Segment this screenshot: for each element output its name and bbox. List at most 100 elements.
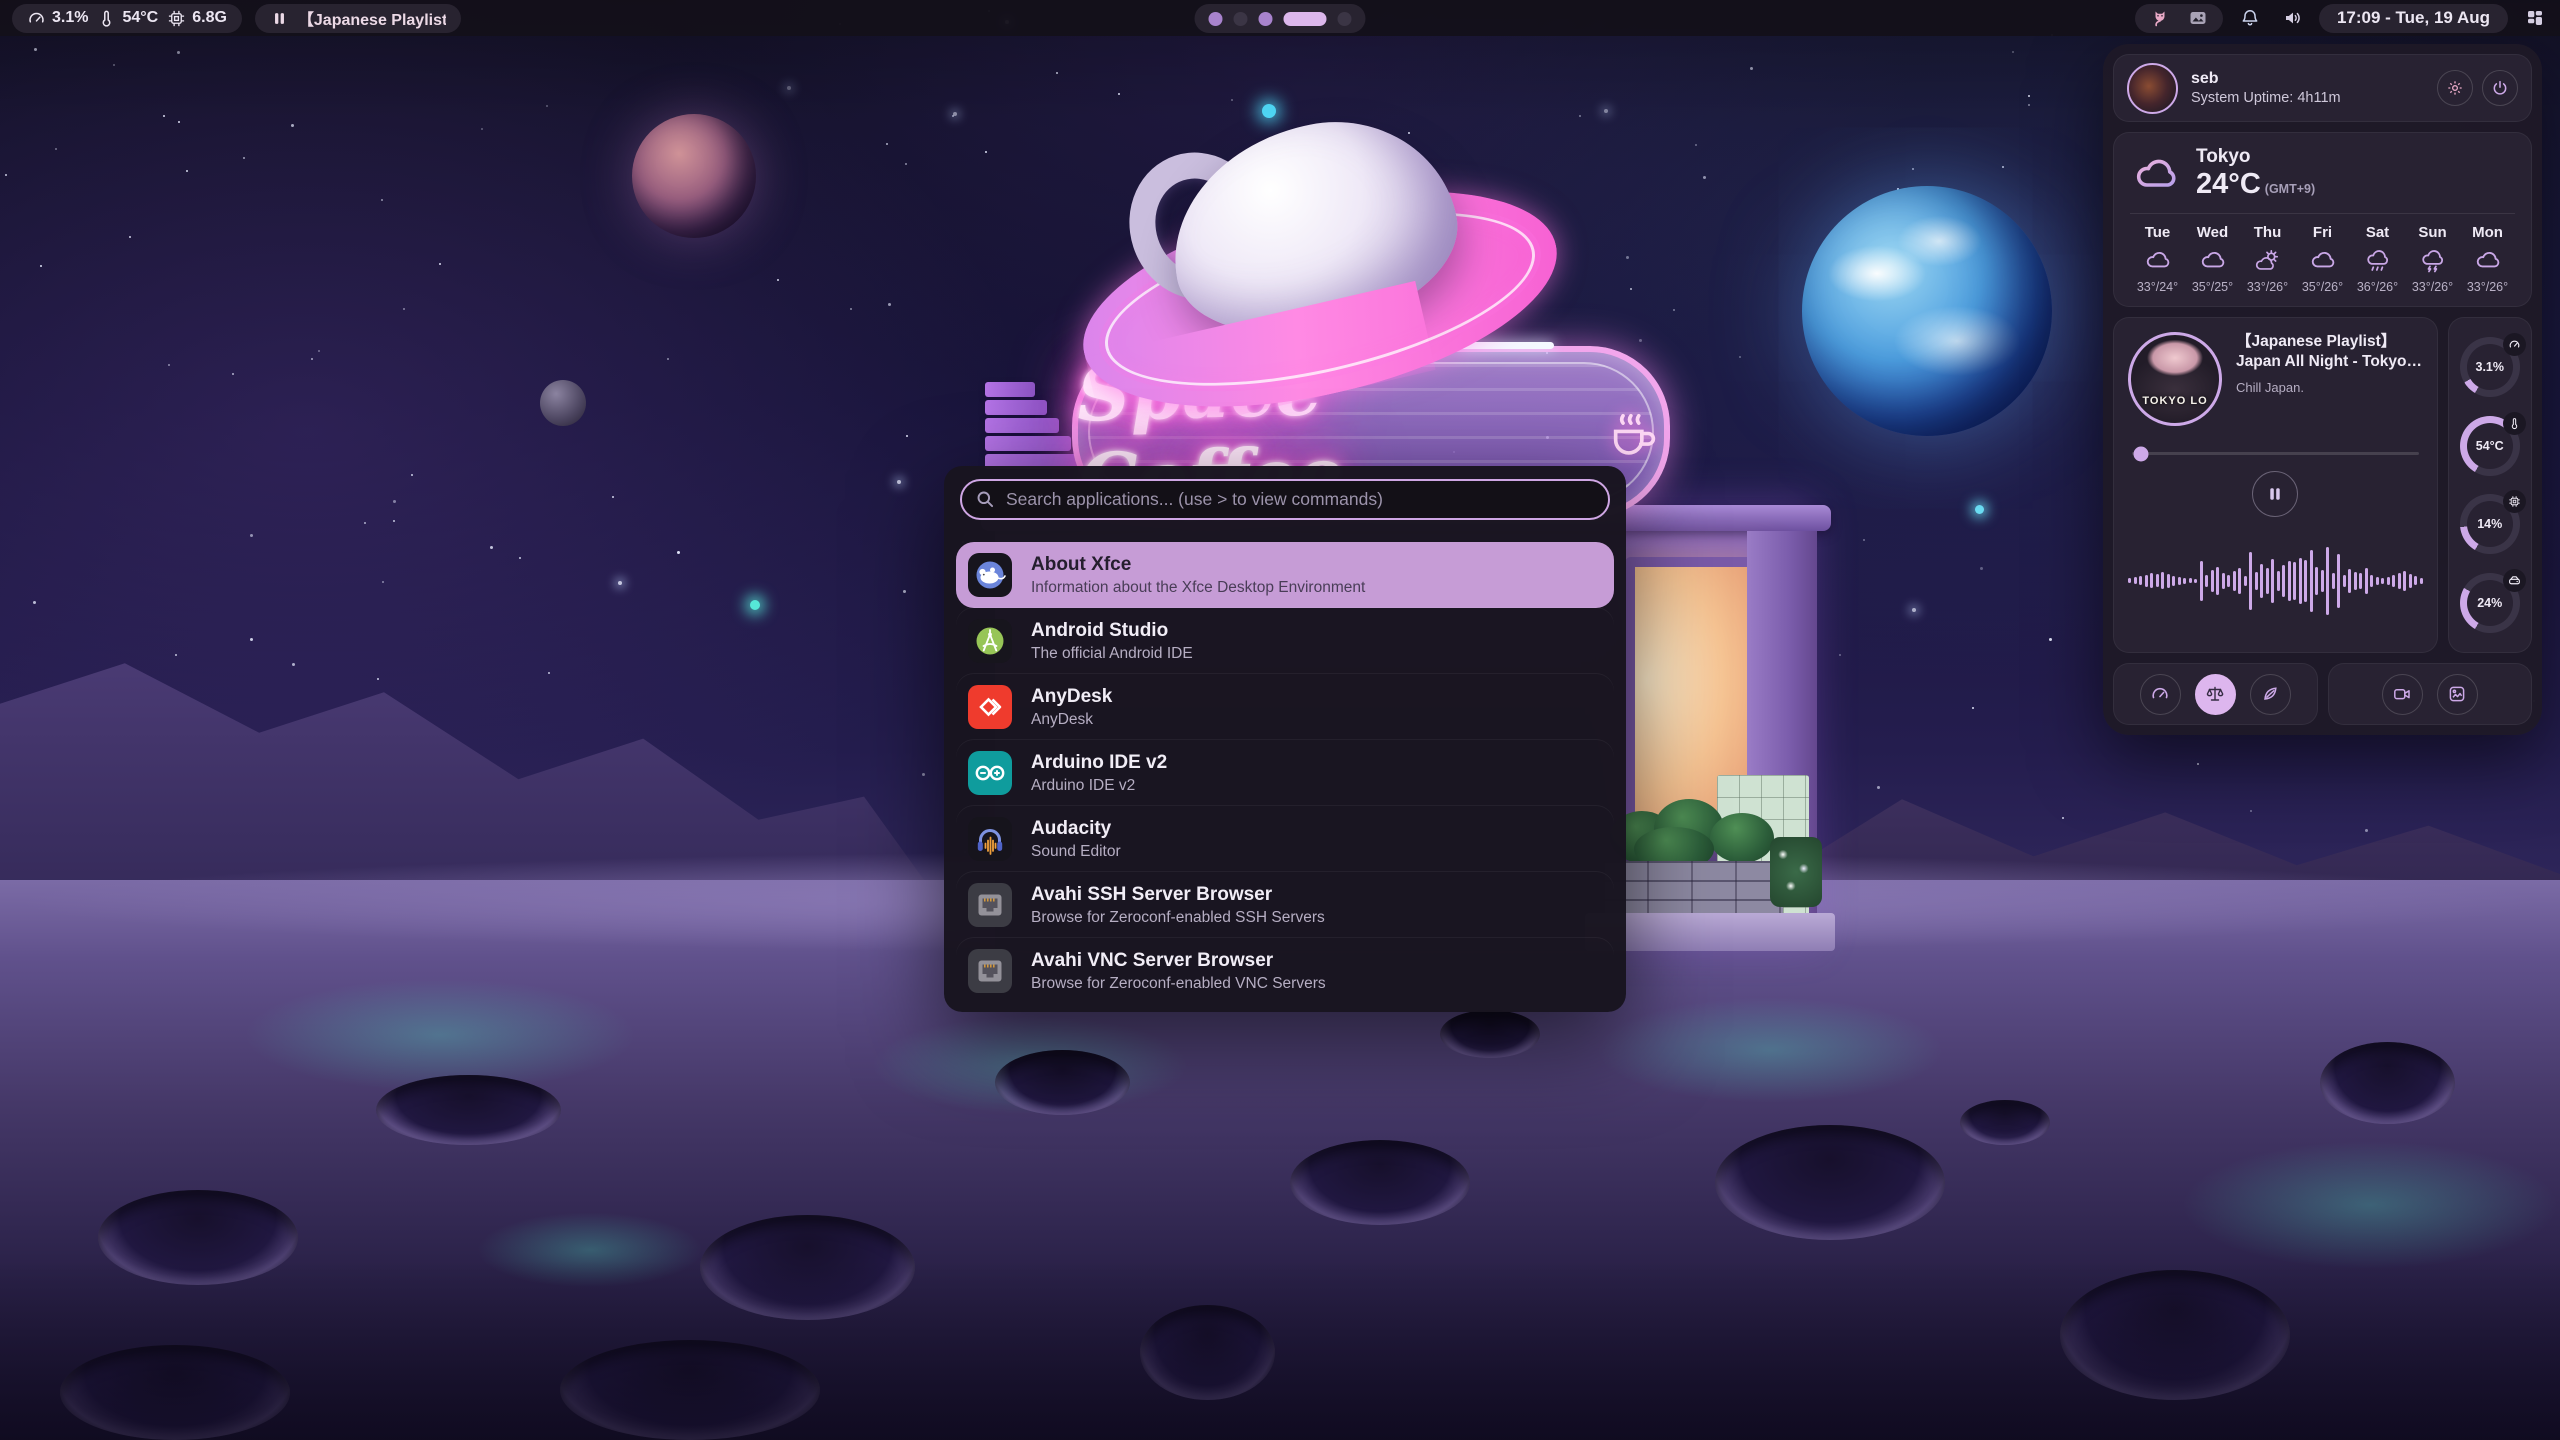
chip-icon — [167, 9, 186, 28]
capture-tools-card — [2328, 663, 2533, 725]
gauge: 54°C — [2460, 416, 2520, 476]
workspace-dot[interactable] — [1284, 12, 1327, 26]
workspace-dot[interactable] — [1338, 12, 1352, 26]
app-name: About Xfce — [1031, 553, 1365, 577]
app-list: About Xfce Information about the Xfce De… — [944, 542, 1626, 1004]
quick-toggles-pill — [2135, 4, 2223, 33]
forecast-weather-icon — [2419, 247, 2446, 274]
avatar[interactable] — [2127, 63, 2178, 114]
track-title: 【Japanese Playlist】 Japan All Night - To… — [2236, 332, 2423, 372]
app-row[interactable]: About Xfce Information about the Xfce De… — [956, 542, 1614, 608]
memory-stat: 6.8G — [167, 9, 227, 28]
app-description: The official Android IDE — [1031, 645, 1193, 663]
workspace-indicator[interactable] — [1195, 4, 1366, 33]
screenshot-button[interactable] — [2437, 674, 2478, 715]
search-bar — [960, 479, 1610, 520]
crater — [376, 1075, 561, 1145]
app-name: Android Studio — [1031, 619, 1193, 643]
app-icon — [968, 883, 1012, 927]
app-icon — [968, 817, 1012, 861]
workspace-dot[interactable] — [1234, 12, 1248, 26]
app-row[interactable]: AnyDesk AnyDesk — [956, 674, 1614, 740]
sparkle — [1262, 104, 1276, 118]
music-player-card: TOKYO LO 【Japanese Playlist】 Japan All N… — [2113, 317, 2438, 653]
forecast-day: Tue 33°/24° — [2130, 224, 2185, 294]
thermometer-icon — [97, 9, 116, 28]
cpu-value: 3.1% — [52, 9, 88, 27]
forecast-temps: 35°/26° — [2302, 280, 2343, 294]
forecast-day: Fri 35°/26° — [2295, 224, 2350, 294]
overview-icon[interactable] — [2520, 3, 2550, 33]
app-name: Audacity — [1031, 817, 1121, 841]
system-uptime: System Uptime: 4h11m — [2191, 90, 2341, 106]
app-description: Information about the Xfce Desktop Envir… — [1031, 579, 1365, 597]
app-row[interactable]: Audacity Sound Editor — [956, 806, 1614, 872]
gauge: 14% — [2460, 494, 2520, 554]
profile-powersave-button[interactable] — [2250, 674, 2291, 715]
settings-button[interactable] — [2437, 70, 2473, 106]
gauge: 3.1% — [2460, 337, 2520, 397]
pause-button[interactable] — [2252, 471, 2298, 517]
workspace-dot[interactable] — [1209, 12, 1223, 26]
clock[interactable]: 17:09 - Tue, 19 Aug — [2319, 4, 2508, 33]
app-icon — [968, 949, 1012, 993]
crater — [2060, 1270, 2290, 1400]
weather-timezone: (GMT+9) — [2265, 182, 2315, 196]
forecast-temps: 33°/24° — [2137, 280, 2178, 294]
volume-button[interactable] — [2277, 3, 2307, 33]
crater — [1960, 1100, 2050, 1145]
app-row[interactable]: Avahi VNC Server Browser Browse for Zero… — [956, 938, 1614, 1004]
app-icon — [968, 619, 1012, 663]
sign-steps — [985, 382, 1077, 470]
floating-cup — [1078, 118, 1548, 378]
crater — [1290, 1140, 1470, 1225]
shop-planter — [1603, 861, 1783, 919]
crater — [1715, 1125, 1945, 1240]
forecast-weather-icon — [2144, 247, 2171, 274]
workspace-dot[interactable] — [1259, 12, 1273, 26]
album-art[interactable]: TOKYO LO — [2128, 332, 2222, 426]
app-icon — [968, 751, 1012, 795]
record-button[interactable] — [2382, 674, 2423, 715]
forecast-day-name: Tue — [2145, 224, 2171, 241]
forecast-weather-icon — [2364, 247, 2391, 274]
app-description: Sound Editor — [1031, 843, 1121, 861]
app-icon — [968, 685, 1012, 729]
forecast-day: Sat 36°/26° — [2350, 224, 2405, 294]
power-button[interactable] — [2482, 70, 2518, 106]
progress-bar[interactable] — [2132, 452, 2419, 455]
system-stats-pill[interactable]: 3.1% 54°C 6.8G — [12, 4, 242, 33]
forecast-weather-icon — [2199, 247, 2226, 274]
crater — [2320, 1042, 2455, 1124]
sparkle — [1975, 505, 1984, 514]
gauge: 24% — [2460, 573, 2520, 633]
app-name: Arduino IDE v2 — [1031, 751, 1167, 775]
weather-card: Tokyo 24°C(GMT+9) Tue 33°/24° Wed 35°/25… — [2113, 132, 2532, 307]
notifications-button[interactable] — [2235, 3, 2265, 33]
app-row[interactable]: Arduino IDE v2 Arduino IDE v2 — [956, 740, 1614, 806]
wallpaper-icon[interactable] — [2187, 7, 2209, 29]
gauge-icon — [2503, 490, 2526, 513]
forecast-weather-icon — [2254, 247, 2281, 274]
progress-handle[interactable] — [2133, 446, 2148, 461]
cloud-icon — [2130, 152, 2182, 196]
crater — [700, 1215, 915, 1320]
gauge-icon — [2503, 333, 2526, 356]
earth-planet — [1802, 186, 2052, 436]
profile-balanced-button[interactable] — [2195, 674, 2236, 715]
app-name: AnyDesk — [1031, 685, 1112, 709]
profile-performance-button[interactable] — [2140, 674, 2181, 715]
purple-planet — [632, 114, 756, 238]
app-row[interactable]: Avahi SSH Server Browser Browse for Zero… — [956, 872, 1614, 938]
app-row[interactable]: Android Studio The official Android IDE — [956, 608, 1614, 674]
gauge-icon — [2503, 412, 2526, 435]
crater — [98, 1190, 298, 1285]
now-playing-pill[interactable]: 【Japanese Playlist】 J... — [255, 4, 461, 33]
forecast-day-name: Mon — [2472, 224, 2503, 241]
app-description: AnyDesk — [1031, 711, 1112, 729]
temperature-value: 54°C — [122, 9, 158, 27]
pet-icon[interactable] — [2149, 7, 2171, 29]
search-input[interactable] — [960, 479, 1610, 520]
gauge-icon — [2503, 569, 2526, 592]
forecast-temps: 33°/26° — [2247, 280, 2288, 294]
